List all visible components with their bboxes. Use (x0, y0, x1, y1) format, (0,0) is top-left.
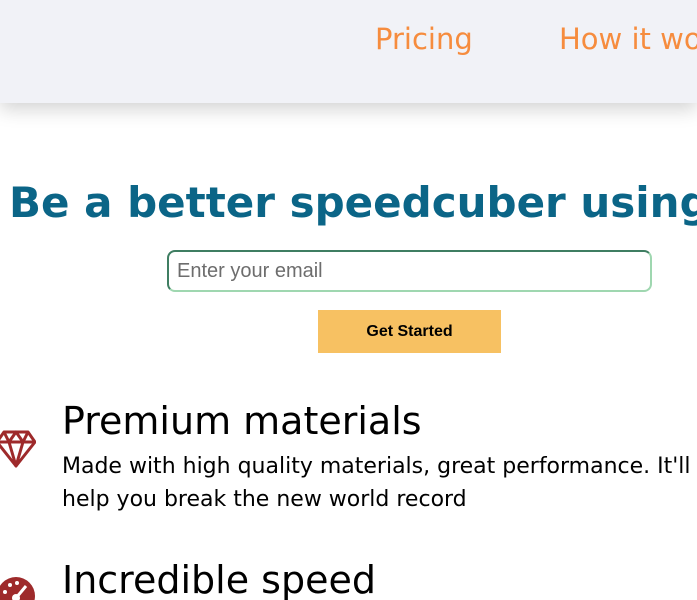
header: Pricing How it wo (0, 0, 697, 103)
feature-description: Made with high quality materials, great … (62, 454, 691, 512)
email-input[interactable] (167, 250, 652, 292)
feature-title: Incredible speed (62, 558, 376, 600)
hero-title: Be a better speedcuber using HQ (9, 178, 697, 227)
get-started-button[interactable]: Get Started (318, 310, 501, 353)
speedometer-icon (0, 577, 35, 600)
nav-link-pricing[interactable]: Pricing (375, 22, 473, 56)
page: Pricing How it wo Be a better speedcuber… (0, 0, 697, 600)
diamond-icon (0, 430, 36, 468)
nav-link-how-it-works[interactable]: How it wo (559, 22, 697, 56)
feature-title: Premium materials (62, 399, 422, 443)
